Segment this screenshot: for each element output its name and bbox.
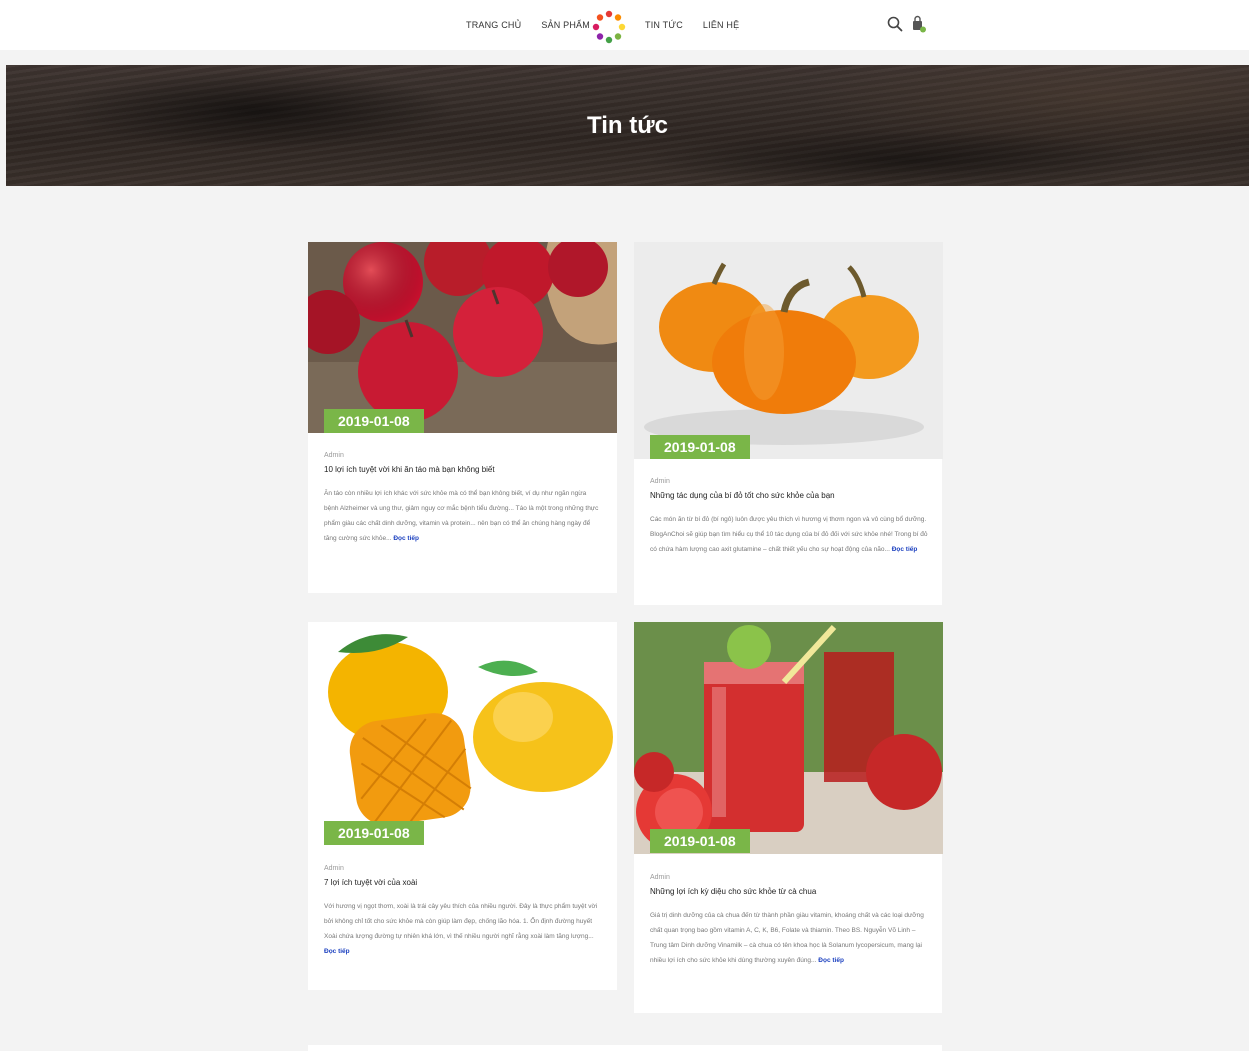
- post-title-link[interactable]: 7 lợi ích tuyệt vời của xoài: [324, 878, 602, 887]
- post-card: 2019-01-08 Admin Những tác dụng của bí đ…: [634, 242, 943, 605]
- next-row-card-edge: [308, 1045, 942, 1051]
- post-author: Admin: [324, 452, 344, 459]
- post-excerpt: Ăn táo còn nhiều lợi ích khác với sức kh…: [324, 490, 599, 542]
- post-author: Admin: [650, 874, 670, 881]
- nav-contact-link[interactable]: LIÊN HỆ: [703, 20, 739, 30]
- read-more-link[interactable]: Đọc tiếp: [393, 535, 419, 542]
- post-title-link[interactable]: Những lợi ích kỳ diệu cho sức khỏe từ cà…: [650, 887, 928, 896]
- post-image-pumpkins[interactable]: [634, 242, 943, 459]
- page-title: Tin tức: [587, 111, 668, 139]
- post-excerpt: Các món ăn từ bí đỏ (bí ngô) luôn được y…: [650, 516, 928, 553]
- nav-products-link[interactable]: SẢN PHẨM: [541, 20, 590, 30]
- post-title-link[interactable]: Những tác dụng của bí đỏ tốt cho sức khỏ…: [650, 491, 928, 500]
- post-date-badge: 2019-01-08: [324, 409, 424, 433]
- post-author: Admin: [324, 865, 344, 872]
- post-author: Admin: [650, 478, 670, 485]
- read-more-link[interactable]: Đọc tiếp: [324, 948, 350, 955]
- post-body: Admin 7 lợi ích tuyệt vời của xoài Với h…: [324, 865, 602, 959]
- post-excerpt: Với hương vị ngọt thơm, xoài là trái cây…: [324, 903, 598, 955]
- post-card: 2019-01-08 Admin 10 lợi ích tuyệt vời kh…: [308, 242, 617, 593]
- page-hero-banner: Tin tức: [6, 65, 1249, 186]
- post-image-tomato-juice[interactable]: [634, 622, 943, 854]
- main-nav-left: TRANG CHỦ SẢN PHẨM: [466, 0, 590, 50]
- post-date-badge: 2019-01-08: [650, 435, 750, 459]
- main-nav-right: TIN TỨC LIÊN HỆ: [645, 0, 739, 50]
- site-logo[interactable]: [592, 10, 626, 44]
- post-image-apples[interactable]: [308, 242, 617, 433]
- read-more-link[interactable]: Đọc tiếp: [818, 957, 844, 964]
- search-icon[interactable]: [886, 15, 904, 33]
- nav-news-link[interactable]: TIN TỨC: [645, 20, 683, 30]
- post-card: 2019-01-08 Admin Những lợi ích kỳ diệu c…: [634, 622, 943, 1013]
- post-card: 2019-01-08 Admin 7 lợi ích tuyệt vời của…: [308, 622, 617, 990]
- post-title-link[interactable]: 10 lợi ích tuyệt vời khi ăn táo mà bạn k…: [324, 465, 602, 474]
- post-excerpt: Giá trị dinh dưỡng của cà chua đến từ th…: [650, 912, 924, 964]
- post-body: Admin Những tác dụng của bí đỏ tốt cho s…: [650, 478, 928, 557]
- post-body: Admin Những lợi ích kỳ diệu cho sức khỏe…: [650, 874, 928, 968]
- read-more-link[interactable]: Đọc tiếp: [892, 546, 918, 553]
- cart-icon[interactable]: [909, 15, 927, 33]
- top-header: TRANG CHỦ SẢN PHẨM TIN TỨC LIÊN HỆ: [0, 0, 1249, 50]
- nav-home-link[interactable]: TRANG CHỦ: [466, 20, 521, 30]
- post-date-badge: 2019-01-08: [650, 829, 750, 853]
- post-image-mangoes[interactable]: [308, 622, 617, 843]
- post-body: Admin 10 lợi ích tuyệt vời khi ăn táo mà…: [324, 452, 602, 546]
- post-date-badge: 2019-01-08: [324, 821, 424, 845]
